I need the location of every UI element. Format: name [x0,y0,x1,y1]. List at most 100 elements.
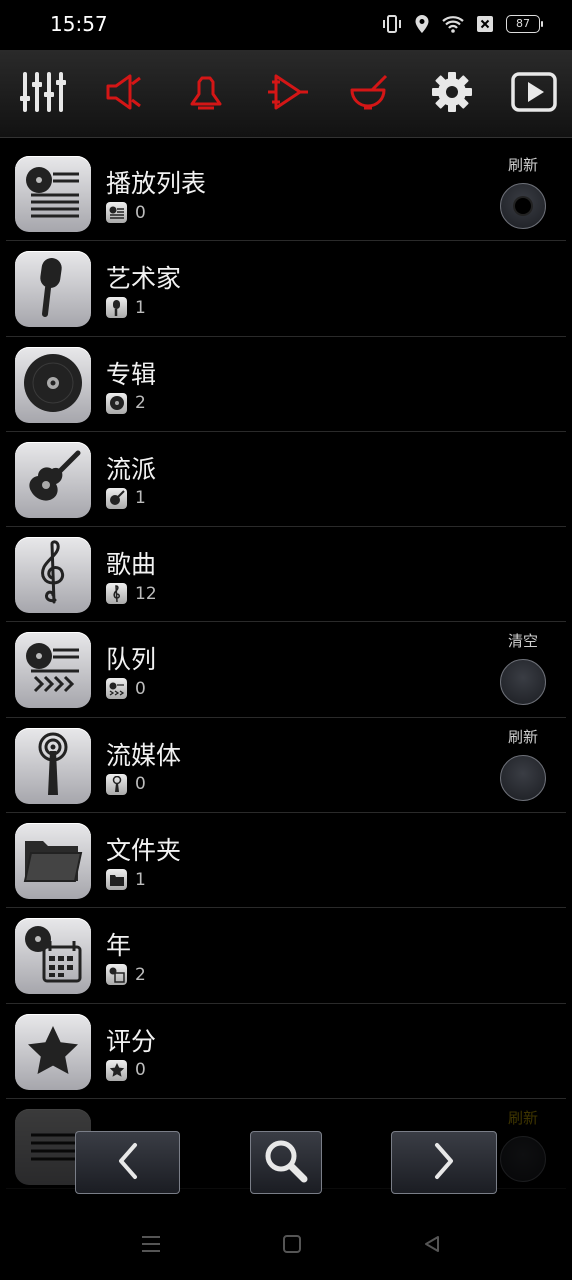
clear-action: 清空 [498,630,548,706]
gear-icon [430,70,474,118]
row-title: 艺术家 [106,264,182,294]
row-title: 评分 [106,1026,157,1056]
tile [15,918,91,995]
row-title: 专辑 [106,359,157,389]
equalizer-icon [18,70,66,118]
row-sub: 1 [106,487,146,509]
folder-icon [22,833,84,889]
mortar-icon [348,72,392,116]
row-sub: 0 [106,678,146,700]
tile [15,346,91,423]
list-item-queue[interactable]: 队列 0 清空 [6,622,566,718]
list-item-songs[interactable]: 歌曲 12 [6,527,566,623]
tile [15,632,91,709]
refresh-knob[interactable] [500,1135,546,1182]
row-count: 0 [135,678,146,699]
list-item-years[interactable]: 年 2 [6,908,566,1004]
status-time: 15:57 [50,12,108,36]
microphone-icon [106,297,127,319]
amplifier-button[interactable] [262,68,314,120]
row-count: 2 [135,393,146,414]
guitar-icon [22,447,84,513]
list-item-albums[interactable]: 专辑 2 [6,337,566,432]
refresh-knob[interactable] [500,754,546,801]
bell-button[interactable] [180,68,232,120]
tile [15,1013,91,1090]
row-sub: 0 [106,1059,146,1081]
list-item-ratings[interactable]: 评分 0 [6,1004,566,1099]
list-item-artists[interactable]: 艺术家 1 [6,241,566,337]
clear-label: 清空 [507,632,538,651]
vibrate-icon [382,14,402,34]
guitar-icon [106,487,127,509]
amplifier-icon [266,72,310,116]
star-icon [25,1023,81,1081]
row-count: 1 [135,869,146,890]
treble-clef-icon [106,583,127,605]
row-count: 12 [135,583,157,604]
library-list: 播放列表 0 刷新 艺术家 1 专辑 2 流派 1 歌曲 12 队列 0 清空 … [0,146,572,1189]
row-count: 1 [135,297,146,318]
list-item-playlists[interactable]: 播放列表 0 刷新 [6,146,566,242]
speaker-button[interactable] [98,68,150,120]
row-title: 年 [106,931,132,961]
search-button[interactable] [250,1131,322,1194]
play-icon [511,72,557,116]
tile [15,537,91,614]
tile [15,823,91,900]
tile [15,727,91,804]
refresh-label: 刷新 [507,156,538,174]
queue-icon [23,640,83,700]
calendar-icon [106,964,127,986]
refresh-action: 刷新 [498,1107,548,1182]
row-title: 歌曲 [106,550,157,580]
row-sub: 0 [106,202,146,223]
row-count: 0 [135,1060,146,1081]
refresh-label: 刷新 [507,727,538,746]
previous-button[interactable] [75,1131,180,1194]
menu-icon[interactable] [140,1234,162,1258]
sim-x-icon [476,15,494,33]
list-item-genres[interactable]: 流派 1 [6,432,566,528]
microphone-icon [33,256,73,322]
playlist-icon [23,1117,83,1177]
row-sub: 1 [106,297,146,319]
equalizer-button[interactable] [16,68,68,120]
row-sub: 2 [106,964,146,986]
row-sub: 1 [106,869,146,891]
location-icon [414,14,430,34]
antenna-icon [28,731,78,801]
playlist-icon [106,202,127,223]
wifi-icon [442,15,464,33]
home-icon[interactable] [282,1234,302,1258]
antenna-icon [106,773,127,795]
mortar-button[interactable] [344,68,396,120]
row-title: 队列 [106,645,157,675]
list-item-streams[interactable]: 流媒体 0 刷新 [6,718,566,814]
playlist-icon [23,164,83,224]
queue-icon [106,678,127,700]
search-icon [262,1137,310,1189]
chevron-right-icon [429,1141,459,1185]
row-count: 1 [135,488,146,509]
disc-icon [106,392,127,414]
row-title: 流媒体 [106,740,182,770]
refresh-action: 刷新 [498,726,548,801]
row-count: 0 [135,774,146,795]
back-icon[interactable] [422,1234,442,1258]
refresh-knob[interactable] [500,183,546,229]
row-count: 0 [135,202,146,223]
clear-knob[interactable] [500,659,546,706]
status-bar: 15:57 87 [0,0,572,50]
next-button[interactable] [391,1131,497,1194]
now-playing-button[interactable] [508,68,560,120]
system-nav-bar [0,1210,572,1280]
settings-button[interactable] [426,68,478,120]
row-count: 2 [135,964,146,985]
treble-clef-icon [33,540,73,610]
refresh-action: 刷新 [498,154,548,229]
refresh-label: 刷新 [507,1108,538,1127]
folder-icon [106,869,127,891]
row-title: 流派 [106,454,157,484]
list-item-folders[interactable]: 文件夹 1 [6,813,566,909]
